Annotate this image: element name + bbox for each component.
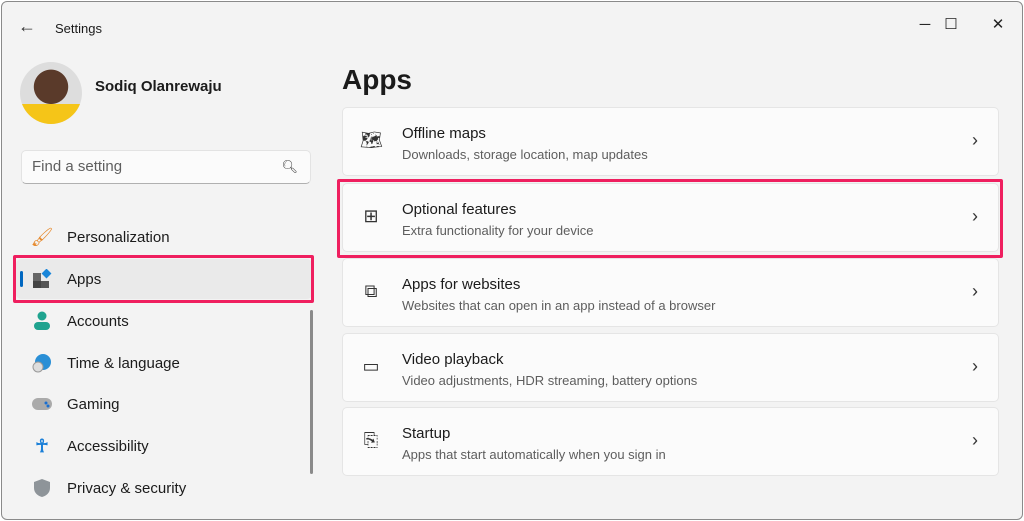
accessibility-icon: ☥ bbox=[35, 435, 49, 456]
map-download-icon: 🗺︎ bbox=[360, 130, 383, 150]
sidebar-item-time-language[interactable]: Time & language bbox=[16, 343, 312, 383]
gamepad-icon bbox=[31, 393, 53, 415]
user-name: Sodiq Olanrewaju bbox=[95, 78, 222, 95]
sidebar-item-gaming[interactable]: Gaming bbox=[16, 384, 312, 424]
search-input[interactable] bbox=[32, 158, 272, 175]
sidebar-item-accounts[interactable]: Accounts bbox=[16, 301, 312, 341]
chevron-right-icon: › bbox=[972, 281, 978, 301]
startup-icon: ⎘ bbox=[363, 430, 379, 450]
search-icon[interactable]: 🔍︎ bbox=[281, 159, 298, 175]
app-title: Settings bbox=[55, 21, 102, 36]
open-link-icon: ⧉ bbox=[364, 281, 378, 301]
title-bar: ← Settings ─ ☐ ✕ bbox=[2, 2, 1022, 54]
sidebar-scrollbar[interactable] bbox=[310, 310, 313, 474]
maximize-button[interactable]: ☐ bbox=[928, 10, 974, 40]
chevron-right-icon: › bbox=[972, 130, 978, 150]
person-icon bbox=[31, 310, 53, 332]
shield-icon bbox=[31, 477, 53, 499]
page-title: Apps bbox=[342, 64, 412, 95]
apps-highlight-box bbox=[13, 255, 314, 303]
avatar[interactable] bbox=[20, 62, 82, 124]
card-startup[interactable]: ⎘ Startup Apps that start automatically wh… bbox=[342, 407, 999, 476]
settings-window: ← Settings ─ ☐ ✕ Sodiq Olanrewaju 🔍︎ 🖌Pe… bbox=[1, 1, 1023, 520]
card-video-playback[interactable]: ▭ Video playback Video adjustments, HDR st… bbox=[342, 333, 999, 402]
card-apps-for-websites[interactable]: ⧉ Apps for websites Websites that can open… bbox=[342, 258, 999, 327]
back-arrow-icon[interactable]: ← bbox=[18, 16, 36, 37]
sidebar-item-accessibility[interactable]: ☥ Accessibility bbox=[16, 426, 312, 466]
sidebar-item-privacy-security[interactable]: Privacy & security bbox=[16, 468, 312, 508]
chevron-right-icon: › bbox=[972, 430, 978, 450]
search-box[interactable]: 🔍︎ bbox=[21, 150, 311, 184]
sidebar-item-personalization[interactable]: 🖌 Personalization bbox=[16, 217, 312, 257]
video-icon: ▭ bbox=[362, 356, 380, 376]
paintbrush-icon: 🖌 bbox=[30, 226, 54, 247]
optional-features-highlight-box bbox=[337, 179, 1003, 258]
chevron-right-icon: › bbox=[972, 356, 978, 376]
close-button[interactable]: ✕ bbox=[975, 10, 1021, 40]
card-offline-maps[interactable]: 🗺︎ Offline maps Downloads, storage locatio… bbox=[342, 107, 999, 176]
globe-clock-icon bbox=[31, 352, 53, 374]
